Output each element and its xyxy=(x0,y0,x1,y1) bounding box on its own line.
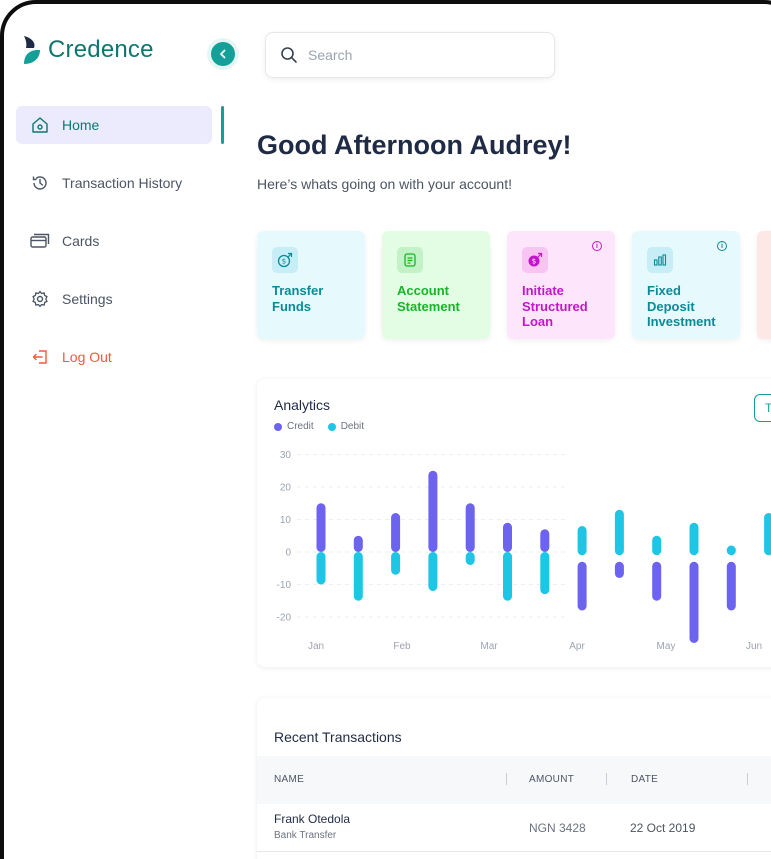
x-tick-label: Feb xyxy=(393,641,411,652)
brand-logo[interactable]: Credence xyxy=(22,34,154,66)
quick-action-label: Fixed Deposit Investment xyxy=(647,283,716,329)
page-title: Good Afternoon Audrey! xyxy=(257,130,572,160)
bar-credit[interactable] xyxy=(726,561,736,611)
bar-credit[interactable] xyxy=(652,561,662,601)
transaction-date: 22 Oct 2019 xyxy=(630,821,696,835)
bar-debit[interactable] xyxy=(316,552,326,585)
bar-debit[interactable] xyxy=(465,552,475,565)
svg-text:$: $ xyxy=(532,258,536,266)
bar-credit[interactable] xyxy=(540,529,550,552)
money-transfer-icon: $ xyxy=(272,247,298,273)
info-icon[interactable]: i xyxy=(592,241,602,251)
y-tick-label: 30 xyxy=(280,450,292,461)
table-row[interactable]: Frank Otedola Bank Transfer NGN 3428 22 … xyxy=(257,804,771,852)
bar-credit[interactable] xyxy=(614,561,624,578)
bar-credit[interactable] xyxy=(503,522,512,552)
sidebar-item-cards[interactable]: Cards xyxy=(16,222,212,260)
quick-action-label: Account Statement xyxy=(397,283,460,314)
bar-credit[interactable] xyxy=(689,561,699,643)
transaction-type: Bank Transfer xyxy=(274,830,337,841)
sidebar-item-home[interactable]: Home xyxy=(16,106,212,144)
transaction-amount: NGN 3428 xyxy=(529,821,586,835)
column-divider xyxy=(606,773,607,785)
x-tick-label: Jun xyxy=(746,641,762,652)
info-icon[interactable]: i xyxy=(717,241,727,251)
bar-debit[interactable] xyxy=(614,509,624,556)
bar-credit[interactable] xyxy=(465,503,475,552)
bar-debit[interactable] xyxy=(577,526,587,556)
sidebar-item-label: Settings xyxy=(62,291,113,307)
sidebar-item-label: Log Out xyxy=(62,349,112,365)
x-tick-label: May xyxy=(657,641,676,652)
recent-transactions-panel: Recent Transactions NAME AMOUNT DATE Fra… xyxy=(257,698,771,859)
document-icon xyxy=(397,247,423,273)
bar-debit[interactable] xyxy=(391,552,401,575)
history-icon xyxy=(30,173,50,193)
x-tick-label: Jan xyxy=(308,641,324,652)
brand-name: Credence xyxy=(48,36,154,63)
search-box[interactable] xyxy=(265,32,555,78)
transfer-funds-card[interactable]: $ Transfer Funds xyxy=(257,231,365,339)
bar-debit[interactable] xyxy=(689,522,699,556)
gear-icon xyxy=(30,289,50,309)
quick-action-label: Initiate Structured Loan xyxy=(522,283,588,329)
sidebar-item-label: Transaction History xyxy=(62,175,183,191)
device-frame: Credence Home Transaction History Cards xyxy=(0,0,771,859)
bar-debit[interactable] xyxy=(353,552,363,601)
page-subtitle: Here’s whats going on with your account! xyxy=(257,176,512,192)
analytics-panel: Analytics Credit Debit T 3020100-10-20Ja… xyxy=(257,379,771,667)
y-tick-label: -10 xyxy=(277,580,292,591)
column-divider xyxy=(747,773,748,785)
cards-icon xyxy=(30,231,50,251)
recent-transactions-title: Recent Transactions xyxy=(274,729,402,745)
bar-debit[interactable] xyxy=(764,513,771,556)
account-statement-card[interactable]: Account Statement xyxy=(382,231,490,339)
bar-credit[interactable] xyxy=(316,503,326,552)
sidebar-item-settings[interactable]: Settings xyxy=(16,280,212,318)
quick-action-label: Transfer Funds xyxy=(272,283,324,314)
loan-icon: $ xyxy=(522,247,548,273)
logout-icon xyxy=(30,347,50,367)
y-tick-label: -20 xyxy=(277,613,292,624)
x-tick-label: Apr xyxy=(569,641,585,652)
sidebar-nav: Home Transaction History Cards Settings … xyxy=(16,106,212,396)
y-tick-label: 0 xyxy=(285,548,291,559)
x-tick-label: Mar xyxy=(480,641,498,652)
table-header: NAME AMOUNT DATE xyxy=(257,756,771,804)
bar-credit[interactable] xyxy=(391,513,401,552)
home-icon xyxy=(30,115,50,135)
y-tick-label: 20 xyxy=(280,483,292,494)
bar-debit[interactable] xyxy=(540,552,550,595)
bar-debit[interactable] xyxy=(428,552,438,591)
analytics-chart: 30 20 10 0 -10 -20 Jan Feb Mar Apr May Jun xyxy=(277,450,771,652)
bar-debit[interactable] xyxy=(652,535,662,556)
credence-logo-icon xyxy=(22,34,42,66)
active-nav-indicator xyxy=(221,106,224,144)
bar-credit[interactable] xyxy=(577,561,587,611)
svg-text:$: $ xyxy=(282,258,286,266)
bar-credit[interactable] xyxy=(428,470,438,552)
sidebar-item-logout[interactable]: Log Out xyxy=(16,338,212,376)
sidebar-item-label: Home xyxy=(62,117,100,133)
fixed-deposit-card[interactable]: Fixed Deposit Investment i xyxy=(632,231,740,339)
quick-action-card-partial[interactable] xyxy=(757,231,771,339)
column-divider xyxy=(506,773,507,785)
bar-credit[interactable] xyxy=(353,535,363,552)
bar-debit[interactable] xyxy=(503,552,512,601)
column-header-date[interactable]: DATE xyxy=(631,774,658,785)
structured-loan-card[interactable]: $ Initiate Structured Loan i xyxy=(507,231,615,339)
search-icon xyxy=(281,47,297,63)
bar-chart-icon xyxy=(647,247,673,273)
chevron-left-icon xyxy=(220,49,226,59)
sidebar-item-transaction-history[interactable]: Transaction History xyxy=(16,164,212,202)
sidebar-collapse-button[interactable] xyxy=(211,42,235,66)
column-header-name[interactable]: NAME xyxy=(274,774,304,785)
search-input[interactable] xyxy=(308,47,528,63)
quick-actions: $ Transfer Funds Account Statement $ Ini… xyxy=(257,231,771,339)
column-header-amount[interactable]: AMOUNT xyxy=(529,774,574,785)
sidebar-item-label: Cards xyxy=(62,233,100,249)
transaction-name: Frank Otedola xyxy=(274,812,351,826)
y-tick-label: 10 xyxy=(280,515,292,526)
bar-debit[interactable] xyxy=(726,545,736,556)
